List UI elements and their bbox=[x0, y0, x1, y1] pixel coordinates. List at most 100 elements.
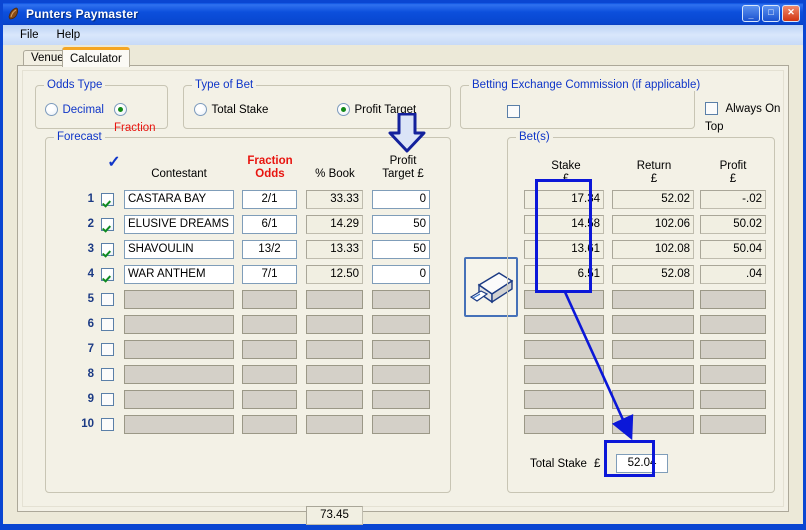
forecast-row-number: 4 bbox=[87, 268, 94, 280]
header-profit-line2: £ bbox=[729, 173, 737, 185]
app-icon bbox=[6, 6, 22, 22]
menu-item-file[interactable]: File bbox=[11, 27, 48, 43]
window-title: Punters Paymaster bbox=[26, 7, 139, 21]
profit-target-field bbox=[372, 390, 430, 409]
book-field bbox=[306, 365, 363, 384]
book-field[interactable]: 13.33 bbox=[306, 240, 363, 259]
book-field bbox=[306, 315, 363, 334]
radio-total-stake[interactable]: Total Stake bbox=[194, 101, 268, 119]
profit-field bbox=[700, 415, 766, 434]
book-field[interactable]: 14.29 bbox=[306, 215, 363, 234]
bets-group: Bet(s) Stake £ Return £ Profit £ 17.34 52… bbox=[507, 131, 775, 493]
close-icon: ✕ bbox=[787, 7, 795, 17]
stake-field: 6.51 bbox=[524, 265, 604, 284]
commission-checkbox[interactable] bbox=[507, 105, 520, 118]
profit-target-field[interactable]: 50 bbox=[372, 215, 430, 234]
forecast-row-checkbox[interactable] bbox=[101, 418, 114, 431]
stake-field bbox=[524, 365, 604, 384]
tab-calculator[interactable]: Calculator bbox=[62, 47, 130, 67]
profit-field: 50.02 bbox=[700, 215, 766, 234]
forecast-row-checkbox[interactable] bbox=[101, 218, 114, 231]
odds-field bbox=[242, 340, 297, 359]
odds-type-legend: Odds Type bbox=[44, 79, 106, 91]
radio-profit-target[interactable]: Profit Target bbox=[337, 101, 416, 119]
always-on-top-checkbox[interactable] bbox=[705, 102, 718, 116]
close-button[interactable]: ✕ bbox=[782, 5, 800, 22]
radio-decimal-dot bbox=[45, 103, 58, 117]
book-field[interactable]: 33.33 bbox=[306, 190, 363, 209]
total-stake-currency: £ bbox=[594, 458, 601, 470]
return-field: 52.08 bbox=[612, 265, 694, 284]
contestant-field bbox=[124, 340, 234, 359]
header-book: % Book bbox=[315, 168, 355, 180]
odds-field[interactable]: 2/1 bbox=[242, 190, 297, 209]
return-field: 52.02 bbox=[612, 190, 694, 209]
profit-target-field[interactable]: 0 bbox=[372, 265, 430, 284]
odds-field bbox=[242, 415, 297, 434]
header-return-line2: £ bbox=[650, 173, 658, 185]
profit-target-field bbox=[372, 365, 430, 384]
odds-field[interactable]: 13/2 bbox=[242, 240, 297, 259]
radio-fraction-label: Fraction bbox=[114, 121, 156, 134]
book-field[interactable]: 12.50 bbox=[306, 265, 363, 284]
stake-field bbox=[524, 290, 604, 309]
forecast-row-checkbox[interactable] bbox=[101, 368, 114, 381]
always-on-top-control[interactable]: Always On Top bbox=[705, 100, 783, 136]
profit-target-field bbox=[372, 415, 430, 434]
return-field: 102.08 bbox=[612, 240, 694, 259]
forecast-row-checkbox[interactable] bbox=[101, 268, 114, 281]
forecast-row-number: 8 bbox=[87, 368, 94, 380]
contestant-field[interactable]: WAR ANTHEM bbox=[124, 265, 234, 284]
radio-decimal[interactable]: Decimal bbox=[45, 101, 104, 119]
client-panel: Odds Type Decimal Fraction Type of Bet T… bbox=[17, 65, 789, 525]
profit-field bbox=[700, 290, 766, 309]
profit-target-field[interactable]: 50 bbox=[372, 240, 430, 259]
type-of-bet-group: Type of Bet Total Stake Profit Target bbox=[183, 79, 451, 129]
contestant-field bbox=[124, 290, 234, 309]
forecast-row-checkbox[interactable] bbox=[101, 393, 114, 406]
forecast-row-checkbox[interactable] bbox=[101, 243, 114, 256]
forecast-row-number: 9 bbox=[87, 393, 94, 405]
header-return-line1: Return bbox=[636, 160, 672, 172]
total-stake-label: Total Stake bbox=[530, 458, 587, 470]
check-all-icon[interactable]: ✓ bbox=[104, 155, 124, 171]
application-window: Punters Paymaster _ □ ✕ File Help Venue … bbox=[0, 0, 806, 527]
forecast-row-checkbox[interactable] bbox=[101, 343, 114, 356]
profit-field: -.02 bbox=[700, 190, 766, 209]
odds-field bbox=[242, 290, 297, 309]
menu-bar: File Help bbox=[3, 25, 803, 45]
minimize-button[interactable]: _ bbox=[742, 5, 760, 22]
contestant-field bbox=[124, 365, 234, 384]
contestant-field[interactable]: SHAVOULIN bbox=[124, 240, 234, 259]
profit-target-field[interactable]: 0 bbox=[372, 190, 430, 209]
odds-field bbox=[242, 390, 297, 409]
radio-profit-target-label: Profit Target bbox=[354, 103, 417, 116]
radio-total-stake-dot bbox=[194, 103, 207, 117]
forecast-row-checkbox[interactable] bbox=[101, 318, 114, 331]
contestant-field bbox=[124, 390, 234, 409]
return-field bbox=[612, 390, 694, 409]
radio-fraction[interactable]: Fraction bbox=[114, 101, 167, 137]
header-stake-line2: £ bbox=[562, 173, 570, 185]
forecast-row-checkbox[interactable] bbox=[101, 293, 114, 306]
stake-field bbox=[524, 315, 604, 334]
profit-field bbox=[700, 340, 766, 359]
client-inner-panel: Odds Type Decimal Fraction Type of Bet T… bbox=[22, 70, 784, 525]
forecast-legend: Forecast bbox=[54, 131, 105, 143]
title-bar: Punters Paymaster _ □ ✕ bbox=[3, 3, 803, 25]
contestant-field bbox=[124, 315, 234, 334]
profit-field bbox=[700, 315, 766, 334]
contestant-field[interactable]: ELUSIVE DREAMS bbox=[124, 215, 234, 234]
header-profit-target-line2: Target £ bbox=[382, 168, 424, 180]
maximize-button[interactable]: □ bbox=[762, 5, 780, 22]
forecast-row-checkbox[interactable] bbox=[101, 193, 114, 206]
return-field bbox=[612, 415, 694, 434]
odds-field[interactable]: 6/1 bbox=[242, 215, 297, 234]
odds-field[interactable]: 7/1 bbox=[242, 265, 297, 284]
forecast-row-number: 7 bbox=[87, 343, 94, 355]
odds-field bbox=[242, 365, 297, 384]
menu-item-help[interactable]: Help bbox=[48, 27, 90, 43]
header-contestant: Contestant bbox=[151, 168, 207, 180]
contestant-field[interactable]: CASTARA BAY bbox=[124, 190, 234, 209]
bets-legend: Bet(s) bbox=[516, 131, 553, 143]
